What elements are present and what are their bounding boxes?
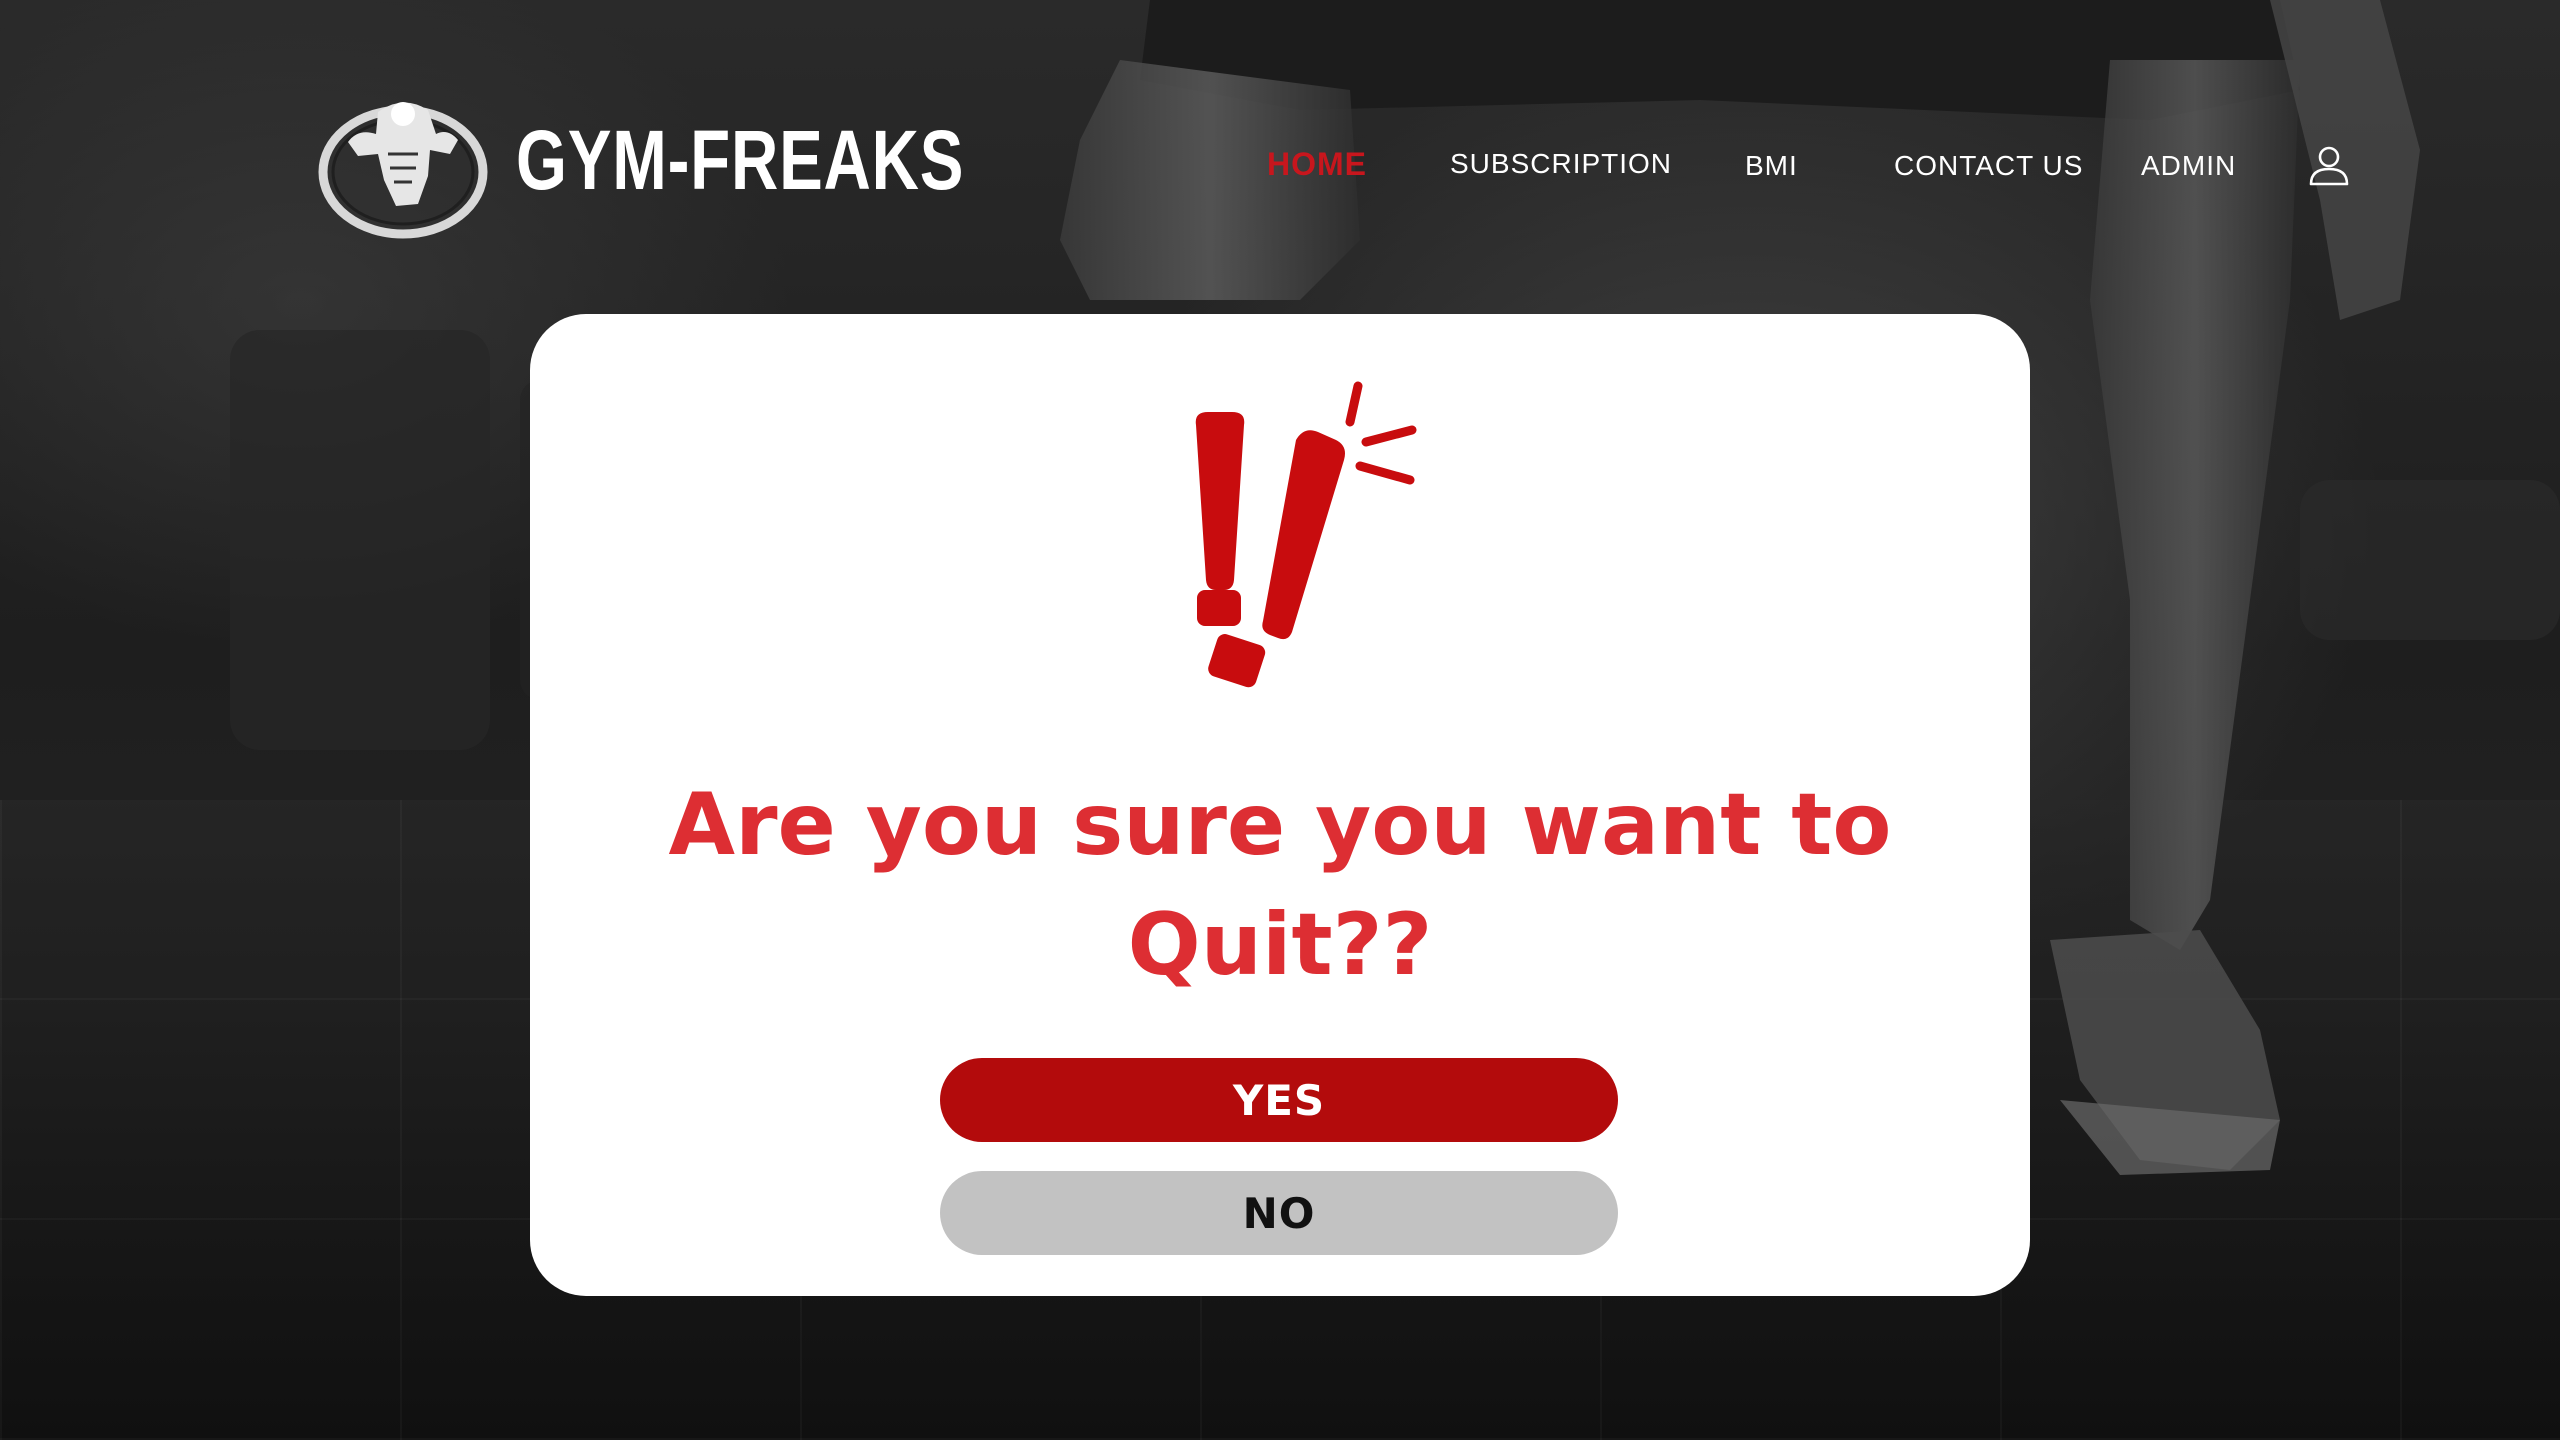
nav-home[interactable]: HOME [1267, 146, 1367, 183]
nav-contact-us[interactable]: CONTACT US [1894, 150, 2083, 182]
page: GYM-FREAKS HOME SUBSCRIPTION BMI CONTACT… [0, 0, 2560, 1440]
exclamation-alert-icon [1195, 381, 1417, 688]
site-header: GYM-FREAKS HOME SUBSCRIPTION BMI CONTACT… [0, 0, 2560, 300]
bodybuilder-logo-icon[interactable] [318, 84, 488, 244]
nav-subscription[interactable]: SUBSCRIPTION [1450, 148, 1672, 180]
nav-admin[interactable]: ADMIN [2141, 150, 2236, 182]
user-icon[interactable] [2308, 144, 2350, 186]
quit-question: Are you sure you want to Quit?? [668, 775, 1892, 995]
nav-bmi[interactable]: BMI [1745, 150, 1798, 182]
yes-button[interactable]: YES [940, 1058, 1618, 1142]
brand-name[interactable]: GYM-FREAKS [516, 112, 964, 209]
no-button[interactable]: NO [940, 1171, 1618, 1255]
